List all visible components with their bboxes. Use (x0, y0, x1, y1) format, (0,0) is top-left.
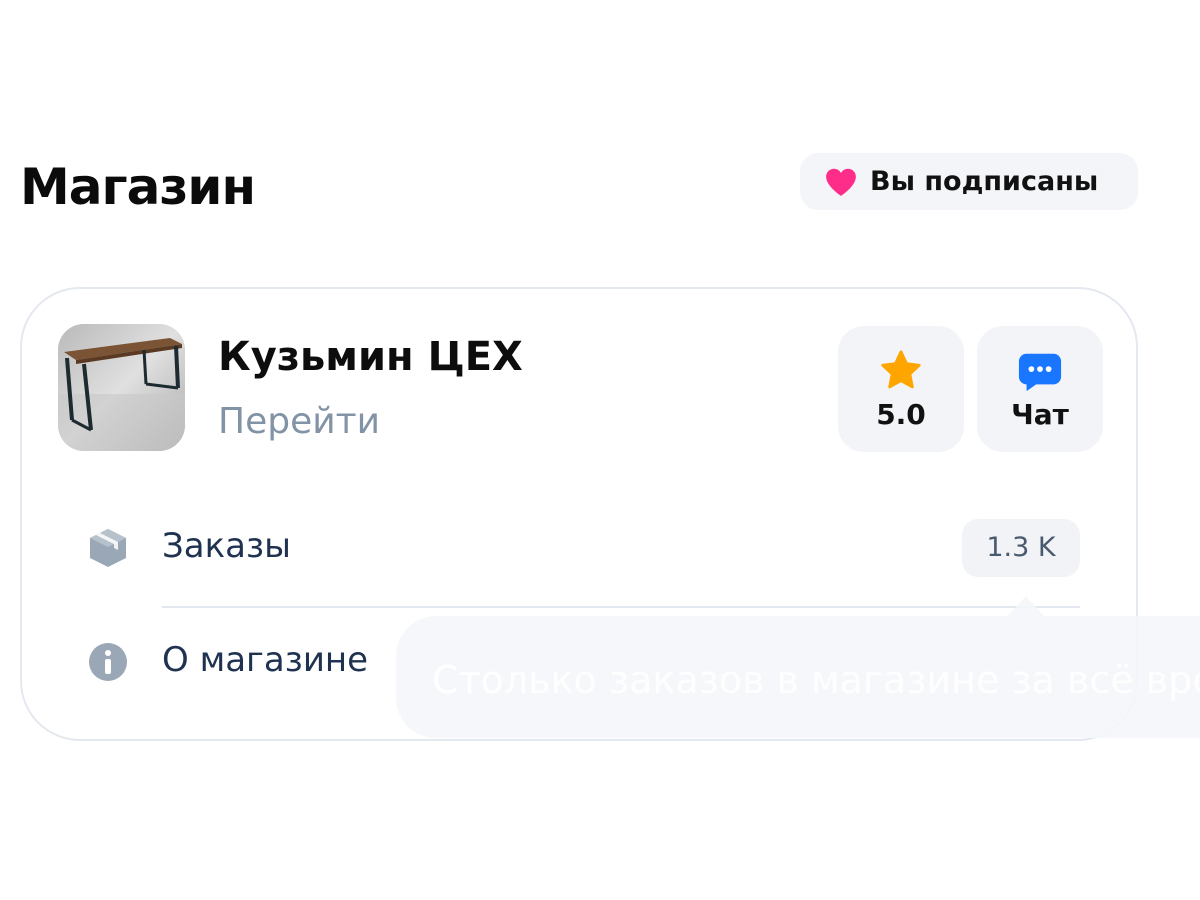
store-page: Магазин Вы подписаны Кузьмин ЦЕХ Перейти… (0, 0, 1200, 900)
orders-row[interactable]: Заказы 1.3 K (82, 514, 1082, 584)
subscribed-button[interactable]: Вы подписаны (800, 153, 1138, 210)
table-image (58, 324, 185, 451)
orders-label: Заказы (162, 526, 291, 566)
rating-tile[interactable]: 5.0 (838, 326, 964, 452)
info-icon (89, 643, 127, 681)
chat-bubble-icon (1018, 353, 1062, 392)
chat-tile[interactable]: Чат (977, 326, 1103, 452)
orders-tooltip: Столько заказов в магазине за всё вре (396, 616, 1200, 738)
tooltip-arrow (1006, 596, 1046, 618)
orders-count-badge[interactable]: 1.3 K (962, 519, 1080, 577)
box-icon (90, 529, 126, 567)
page-title: Магазин (20, 158, 256, 216)
subscribed-label: Вы подписаны (870, 166, 1099, 197)
store-name[interactable]: Кузьмин ЦЕХ (218, 334, 523, 380)
tooltip-text: Столько заказов в магазине за всё вре (432, 658, 1200, 702)
store-go-link[interactable]: Перейти (218, 401, 380, 442)
star-icon (881, 350, 921, 389)
about-label: О магазине (162, 640, 369, 680)
rating-value: 5.0 (876, 398, 926, 431)
store-logo[interactable] (58, 324, 185, 451)
divider (162, 606, 1080, 608)
chat-label: Чат (1011, 398, 1069, 431)
heart-icon (826, 168, 856, 196)
